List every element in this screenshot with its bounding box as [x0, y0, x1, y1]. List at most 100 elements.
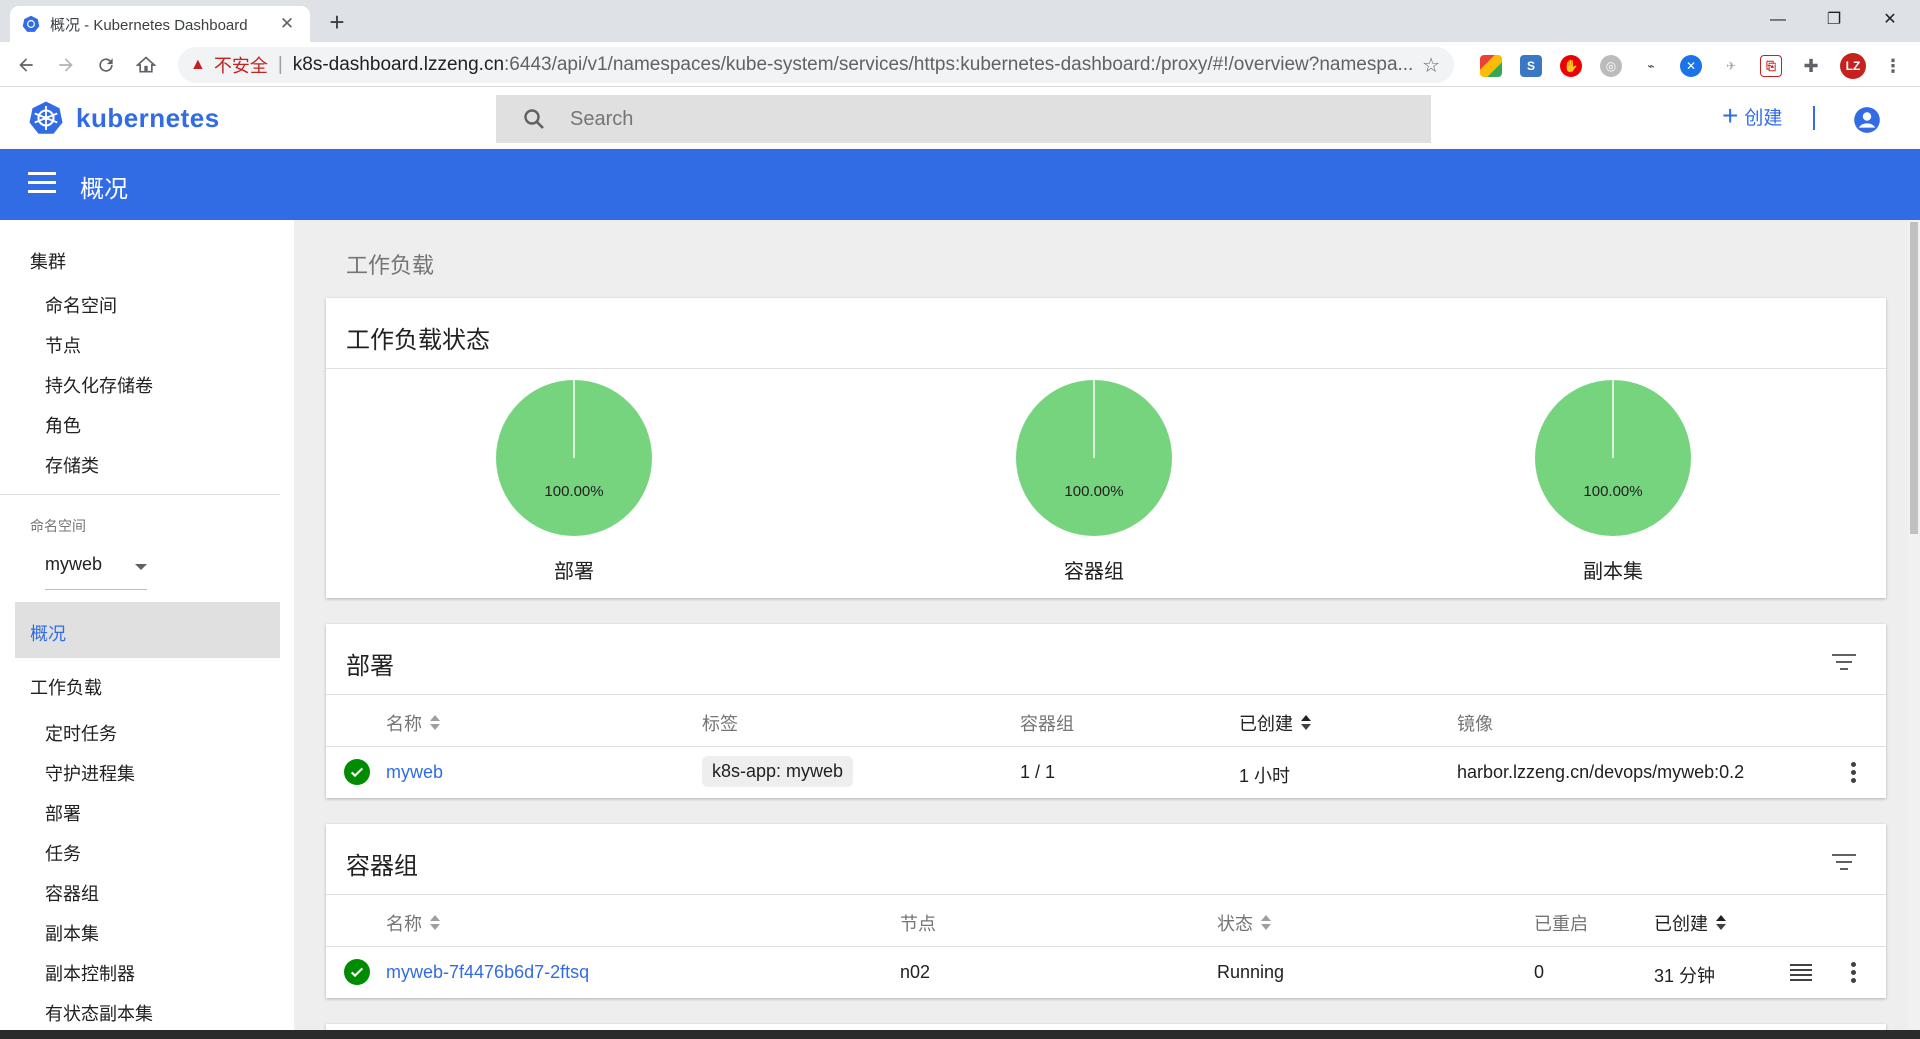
sort-icon: [430, 915, 440, 931]
column-header-name[interactable]: 名称: [386, 710, 440, 736]
namespace-select[interactable]: myweb: [45, 554, 147, 590]
sidebar-item-jobs[interactable]: 任务: [45, 840, 81, 866]
sort-icon: [1261, 915, 1271, 931]
extension-stop-icon[interactable]: ✋: [1560, 55, 1582, 77]
sidebar-item-storage-classes[interactable]: 存储类: [45, 452, 99, 478]
extension-pdf-icon[interactable]: ⎘: [1760, 55, 1782, 77]
pie-percent-label: 100.00%: [1064, 483, 1123, 500]
hamburger-menu-icon[interactable]: [28, 172, 56, 196]
sidebar-item-daemonsets[interactable]: 守护进程集: [45, 760, 135, 786]
app-header: kubernetes + 创建: [0, 88, 1920, 149]
filter-icon[interactable]: [1832, 654, 1856, 672]
create-label: 创建: [1744, 107, 1783, 129]
extension-blue-icon[interactable]: ✕: [1680, 55, 1702, 77]
pie-percent-label: 100.00%: [1583, 483, 1642, 500]
pod-name-link[interactable]: myweb-7f4476b6d7-2ftsq: [386, 962, 589, 983]
label-chip: k8s-app: myweb: [702, 756, 854, 787]
sidebar-item-nodes[interactable]: 节点: [45, 332, 81, 358]
card-divider: [326, 368, 1886, 369]
sidebar-item-replication-controllers[interactable]: 副本控制器: [45, 960, 135, 986]
kubernetes-logo[interactable]: kubernetes: [28, 100, 220, 136]
column-header-name[interactable]: 名称: [386, 910, 440, 936]
deployment-name-link[interactable]: myweb: [386, 762, 443, 783]
extension-graph-icon[interactable]: ⌁: [1640, 55, 1662, 77]
url-separator: |: [277, 54, 283, 75]
sidebar-item-deployments[interactable]: 部署: [45, 800, 81, 826]
sidebar-divider: [0, 494, 280, 495]
column-header-labels: 标签: [702, 714, 738, 734]
bookmark-star-icon[interactable]: ☆: [1422, 53, 1440, 78]
sidebar-item-roles[interactable]: 角色: [45, 412, 81, 438]
page-scrollbar[interactable]: [1908, 220, 1920, 1039]
sidebar-item-persistent-volumes[interactable]: 持久化存储卷: [45, 372, 153, 398]
extension-gray-icon[interactable]: ◎: [1600, 55, 1622, 77]
status-chart-deployments[interactable]: 100.00% 部署: [494, 378, 654, 584]
search-input[interactable]: [570, 107, 1370, 131]
status-ok-icon: [344, 759, 370, 785]
more-actions-icon[interactable]: [1851, 962, 1857, 986]
sidebar-item-replicasets[interactable]: 副本集: [45, 920, 99, 946]
workload-status-card: 工作负载状态 100.00% 部署 100.00% 容器组 100.00% 副本…: [326, 298, 1886, 598]
sidebar-item-cronjobs[interactable]: 定时任务: [45, 720, 117, 746]
extension-bird-icon[interactable]: ✈: [1720, 55, 1742, 77]
sidebar-group-cluster[interactable]: 集群: [30, 248, 66, 274]
reload-icon[interactable]: [90, 49, 122, 81]
header-divider: [1813, 106, 1815, 130]
address-bar-row: ▲ 不安全 | k8s-dashboard.lzzeng.cn :6443/ap…: [0, 42, 1920, 87]
new-tab-button[interactable]: +: [322, 8, 352, 38]
url-host: k8s-dashboard.lzzeng.cn: [292, 54, 505, 75]
pie-chart: 100.00%: [1016, 380, 1172, 536]
card-title: 容器组: [346, 853, 418, 880]
extension-color-icon[interactable]: [1480, 55, 1502, 77]
back-icon[interactable]: [10, 49, 42, 81]
pie-chart: 100.00%: [496, 380, 652, 536]
sort-active-icon: [1301, 715, 1311, 731]
sidebar-item-pods[interactable]: 容器组: [45, 880, 99, 906]
restore-icon[interactable]: ❐: [1806, 0, 1862, 40]
window-close-icon[interactable]: ✕: [1862, 0, 1918, 40]
extensions-puzzle-icon[interactable]: ✚: [1800, 55, 1822, 77]
column-header-pods: 容器组: [1020, 714, 1074, 734]
profile-avatar[interactable]: LZ: [1840, 53, 1866, 79]
tab-close-icon[interactable]: ✕: [276, 14, 298, 34]
status-chart-pods[interactable]: 100.00% 容器组: [1014, 378, 1174, 584]
logs-icon[interactable]: [1790, 964, 1812, 982]
kubernetes-logo-icon: [29, 101, 63, 134]
search-bar[interactable]: [496, 95, 1431, 143]
sidebar-item-namespaces[interactable]: 命名空间: [45, 292, 117, 318]
browser-menu-icon[interactable]: ⋮: [1882, 55, 1904, 77]
card-title: 部署: [346, 653, 394, 680]
omnibox[interactable]: ▲ 不安全 | k8s-dashboard.lzzeng.cn :6443/ap…: [178, 47, 1454, 83]
chart-label: 容器组: [1064, 561, 1124, 583]
column-header-images: 镜像: [1457, 714, 1493, 734]
pods-card: 容器组 名称 节点 状态 已重启 已创建 myweb-7f4476b6d7-2f…: [326, 824, 1886, 998]
browser-tab[interactable]: 概况 - Kubernetes Dashboard ✕: [10, 6, 310, 42]
minimize-icon[interactable]: —: [1750, 0, 1806, 40]
extension-s-icon[interactable]: S: [1520, 55, 1542, 77]
create-button[interactable]: + 创建: [1722, 102, 1782, 130]
forward-icon[interactable]: [50, 49, 82, 81]
status-chart-replicasets[interactable]: 100.00% 副本集: [1533, 378, 1693, 584]
account-circle-icon[interactable]: [1853, 106, 1881, 134]
pod-state: Running: [1217, 962, 1285, 982]
pie-chart: 100.00%: [1535, 380, 1691, 536]
scrollbar-thumb[interactable]: [1910, 222, 1918, 534]
column-header-status[interactable]: 状态: [1217, 910, 1271, 936]
sidebar-item-statefulsets[interactable]: 有状态副本集: [45, 1000, 153, 1026]
filter-icon[interactable]: [1832, 854, 1856, 872]
more-actions-icon[interactable]: [1851, 762, 1857, 786]
column-header-created[interactable]: 已创建: [1654, 910, 1726, 936]
page-title: 概况: [80, 176, 128, 203]
insecure-label[interactable]: 不安全: [214, 52, 268, 78]
dropdown-arrow-icon: [135, 564, 147, 570]
sidebar: 集群 命名空间 节点 持久化存储卷 角色 存储类 命名空间 myweb 概况 工…: [0, 220, 294, 1039]
column-header-node: 节点: [900, 914, 936, 934]
sidebar-item-overview-label: 概况: [30, 624, 66, 644]
sidebar-group-workloads[interactable]: 工作负载: [30, 674, 102, 700]
column-header-created[interactable]: 已创建: [1239, 710, 1311, 736]
image-name: harbor.lzzeng.cn/devops/myweb:0.2: [1457, 762, 1745, 782]
os-taskbar: [0, 1030, 1920, 1039]
home-icon[interactable]: [130, 49, 162, 81]
sort-active-icon: [1716, 915, 1726, 931]
sidebar-item-overview[interactable]: 概况: [15, 602, 280, 658]
